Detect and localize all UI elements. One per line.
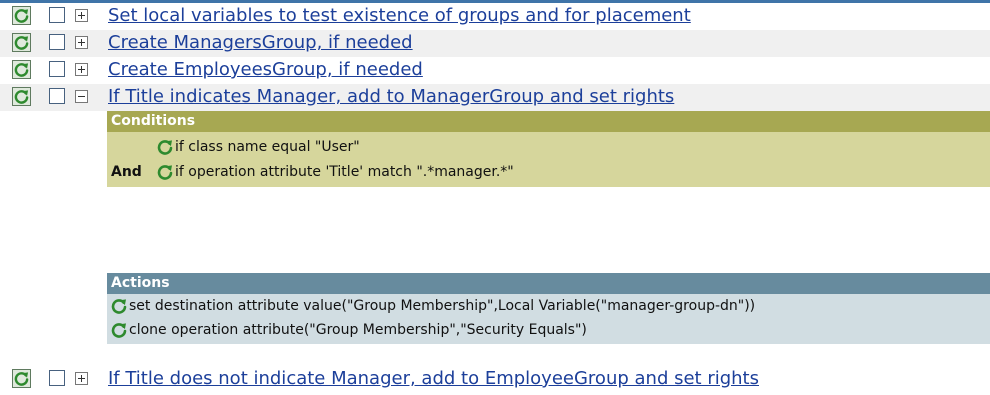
actions-header: Actions (107, 273, 990, 294)
plus-box-icon[interactable] (75, 63, 88, 76)
enabled-refresh-icon[interactable] (12, 87, 31, 106)
rule-select-checkbox[interactable] (49, 370, 65, 386)
minus-box-icon[interactable] (75, 90, 88, 103)
rule-row: Set local variables to test existence of… (0, 3, 990, 30)
rule-link[interactable]: If Title does not indicate Manager, add … (108, 369, 759, 389)
rule-link[interactable]: Create EmployeesGroup, if needed (108, 60, 423, 80)
green-refresh-icon (111, 322, 127, 338)
rule-row: If Title does not indicate Manager, add … (0, 366, 990, 393)
plus-box-icon[interactable] (75, 9, 88, 22)
condition-text: if operation attribute 'Title' match ".*… (175, 164, 514, 180)
enabled-refresh-icon[interactable] (12, 60, 31, 79)
rule-select-checkbox[interactable] (49, 61, 65, 77)
action-text: clone operation attribute("Group Members… (129, 322, 587, 338)
rule-row: Create EmployeesGroup, if needed (0, 57, 990, 84)
rule-link[interactable]: Set local variables to test existence of… (108, 6, 691, 26)
conditions-body: if class name equal "User" And if operat… (107, 132, 990, 187)
condition-item[interactable]: if class name equal "User" (157, 138, 360, 156)
conditions-header: Conditions (107, 111, 990, 132)
condition-text: if class name equal "User" (175, 139, 360, 155)
action-item[interactable]: set destination attribute value("Group M… (111, 297, 755, 315)
condition-connector: And (111, 164, 142, 180)
conditions-panel: Conditions if class name equal "User" An… (107, 111, 990, 187)
enabled-refresh-icon[interactable] (12, 6, 31, 25)
enabled-refresh-icon[interactable] (12, 33, 31, 52)
condition-item[interactable]: if operation attribute 'Title' match ".*… (157, 163, 514, 181)
action-item[interactable]: clone operation attribute("Group Members… (111, 321, 587, 339)
green-refresh-icon (111, 298, 127, 314)
plus-box-icon[interactable] (75, 372, 88, 385)
green-refresh-icon (157, 164, 173, 180)
rule-row: Create ManagersGroup, if needed (0, 30, 990, 57)
rule-link[interactable]: If Title indicates Manager, add to Manag… (108, 87, 674, 107)
rule-select-checkbox[interactable] (49, 88, 65, 104)
green-refresh-icon (157, 139, 173, 155)
rule-select-checkbox[interactable] (49, 34, 65, 50)
plus-box-icon[interactable] (75, 36, 88, 49)
rule-link[interactable]: Create ManagersGroup, if needed (108, 33, 413, 53)
action-text: set destination attribute value("Group M… (129, 298, 756, 314)
actions-panel: Actions set destination attribute value(… (107, 273, 990, 344)
rule-select-checkbox[interactable] (49, 7, 65, 23)
actions-body: set destination attribute value("Group M… (107, 294, 990, 344)
enabled-refresh-icon[interactable] (12, 369, 31, 388)
rule-row: If Title indicates Manager, add to Manag… (0, 84, 990, 111)
